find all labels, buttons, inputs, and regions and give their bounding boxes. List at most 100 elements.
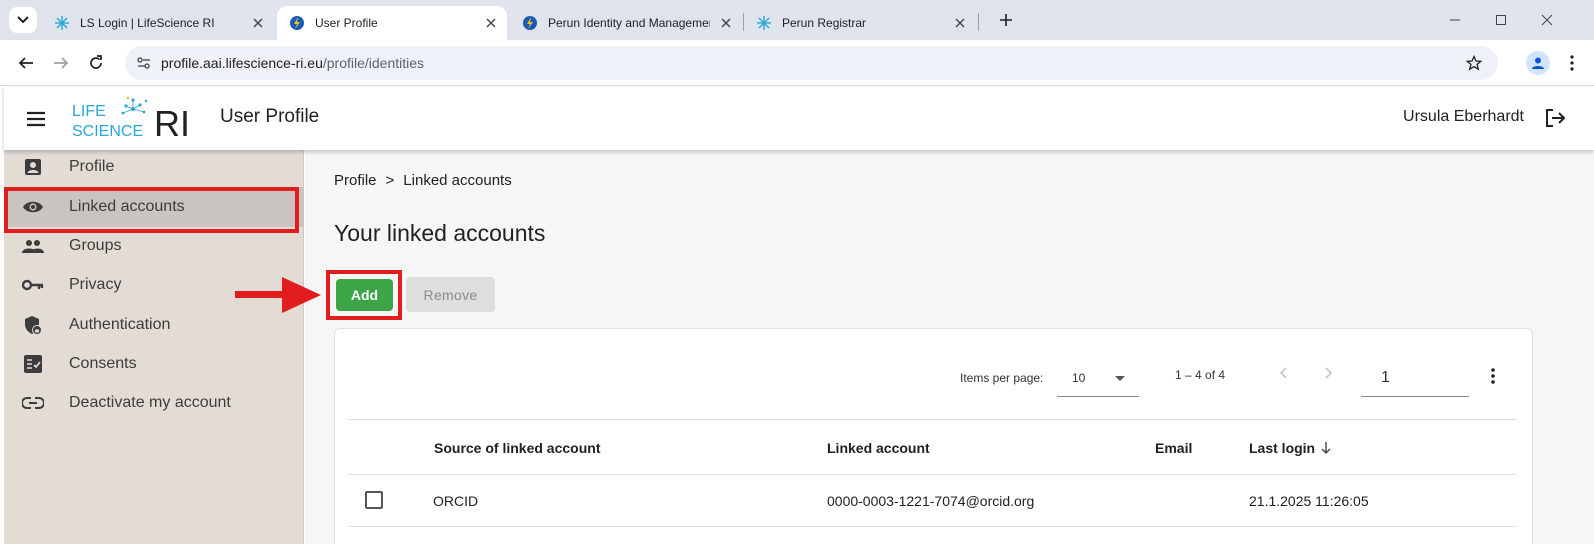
table-row: ORCID 0000-0003-1221-7074@orcid.org 21.1… (349, 475, 1517, 527)
maximize-icon (1496, 15, 1506, 25)
sidebar-item-consents[interactable]: Consents (4, 344, 304, 384)
tab-title: User Profile (315, 16, 378, 30)
column-header-linked-account[interactable]: Linked account (827, 440, 930, 456)
page-number-input[interactable]: 1 (1361, 359, 1469, 397)
browser-toolbar: profile.aai.lifescience-ri.eu/profile/id… (0, 40, 1594, 86)
more-vert-icon (1491, 368, 1495, 384)
checklist-icon (22, 353, 44, 375)
tab-title: Perun Identity and Managemen (548, 16, 710, 30)
row-select-checkbox[interactable] (365, 491, 383, 509)
column-header-label: Linked account (827, 440, 930, 456)
close-tab-icon[interactable] (483, 15, 499, 31)
close-tab-icon[interactable] (250, 15, 266, 31)
sidebar-item-label: Authentication (69, 316, 171, 333)
lifescience-favicon-icon (54, 15, 70, 31)
tab-user-profile[interactable]: User Profile (277, 6, 507, 40)
lifescience-ri-logo[interactable]: LIFE SCIENCE RI (72, 96, 206, 144)
close-window-button[interactable] (1537, 10, 1557, 30)
lifescience-favicon-icon (756, 15, 772, 31)
sidebar-item-label: Profile (69, 158, 115, 175)
person-icon (1532, 57, 1544, 69)
sidebar-item-label: Deactivate my account (69, 394, 231, 411)
eye-icon (22, 196, 44, 218)
items-per-page-select[interactable]: 10 (1057, 359, 1139, 397)
back-button[interactable] (14, 51, 38, 75)
more-vert-icon (1570, 55, 1574, 71)
page-title: Your linked accounts (334, 220, 546, 246)
perun-favicon-icon (289, 15, 305, 31)
remove-button[interactable]: Remove (406, 277, 495, 312)
sort-arrow-down-icon (1321, 442, 1331, 454)
forward-button[interactable] (49, 51, 73, 75)
column-header-email[interactable]: Email (1155, 440, 1192, 456)
menu-toggle-button[interactable] (24, 107, 48, 131)
browser-menu-button[interactable] (1562, 51, 1582, 75)
sidebar-item-deactivate[interactable]: Deactivate my account (4, 383, 304, 423)
sidebar-item-groups[interactable]: Groups (4, 226, 304, 266)
chevron-left-icon (1279, 367, 1287, 379)
tab-ls-login[interactable]: LS Login | LifeScience RI (42, 6, 274, 40)
minimize-window-button[interactable] (1445, 10, 1465, 30)
logo-ri-text: RI (154, 103, 190, 140)
logout-icon (1546, 109, 1566, 127)
red-arrow-annotation (235, 277, 321, 313)
add-button[interactable]: Add (336, 279, 393, 311)
tab-search-button[interactable] (9, 7, 37, 33)
logout-button[interactable] (1542, 105, 1568, 131)
perun-favicon-icon (522, 15, 538, 31)
tab-perun-registrar[interactable]: Perun Registrar (744, 6, 976, 40)
plus-icon (1000, 14, 1012, 26)
column-header-label: Email (1155, 440, 1193, 456)
url-host: profile.aai.lifescience-ri.eu (161, 55, 323, 71)
address-bar[interactable]: profile.aai.lifescience-ri.eu/profile/id… (125, 46, 1498, 80)
tab-perun-identity[interactable]: Perun Identity and Managemen (510, 6, 742, 40)
app-title: User Profile (220, 106, 320, 127)
browser-tab-strip: LS Login | LifeScience RI User Profile P… (0, 0, 1594, 40)
account-box-icon (22, 156, 44, 178)
table-header-row: Source of linked account Linked account … (349, 419, 1517, 475)
site-settings-icon[interactable] (135, 54, 153, 72)
sidebar-item-label: Consents (69, 355, 137, 372)
sidebar-item-label: Groups (69, 237, 122, 254)
reload-button[interactable] (84, 51, 108, 75)
close-tab-icon[interactable] (718, 15, 734, 31)
column-header-label: Last login (1249, 440, 1316, 456)
group-icon (22, 235, 44, 257)
maximize-window-button[interactable] (1491, 10, 1511, 30)
browser-profile-button[interactable] (1526, 51, 1550, 75)
close-icon (1541, 14, 1553, 26)
next-page-button[interactable] (1322, 365, 1336, 381)
minimize-icon (1450, 19, 1460, 21)
cell-source: ORCID (433, 493, 479, 509)
previous-page-button[interactable] (1276, 365, 1290, 381)
sidebar-item-label: Linked accounts (69, 198, 185, 215)
page-number-value: 1 (1381, 369, 1390, 386)
paginator-range: 1 – 4 of 4 (1175, 368, 1226, 382)
sidebar-item-label: Privacy (69, 276, 122, 293)
user-name[interactable]: Ursula Eberhardt (1403, 108, 1524, 126)
new-tab-button[interactable] (996, 10, 1016, 30)
sidebar-item-profile[interactable]: Profile (4, 147, 304, 187)
bookmark-star-icon[interactable] (1464, 53, 1484, 73)
column-header-last-login[interactable]: Last login (1249, 440, 1331, 456)
chevron-down-icon (17, 16, 29, 24)
items-per-page-value: 10 (1072, 371, 1086, 385)
table-options-button[interactable] (1485, 365, 1501, 387)
breadcrumb: Profile > Linked accounts (334, 172, 512, 189)
linked-accounts-table-card: Items per page: 10 1 – 4 of 4 1 Source o… (334, 328, 1533, 544)
app-header: LIFE SCIENCE RI User Profile Ursula Eber… (4, 87, 1594, 150)
reload-icon (90, 55, 102, 69)
close-tab-icon[interactable] (952, 15, 968, 31)
logo-life-text: LIFE (72, 103, 106, 120)
breadcrumb-profile-link[interactable]: Profile (334, 172, 377, 189)
tab-separator (978, 13, 979, 31)
breadcrumb-separator: > (385, 172, 395, 189)
link-icon (22, 392, 44, 414)
column-header-source[interactable]: Source of linked account (434, 440, 600, 456)
chevron-right-icon (1325, 367, 1333, 379)
dropdown-caret-icon (1115, 376, 1125, 381)
arrow-right-icon (54, 57, 69, 69)
shield-lock-icon (22, 314, 44, 336)
logo-science-text: SCIENCE (72, 123, 143, 140)
sidebar-item-linked-accounts[interactable]: Linked accounts (4, 187, 304, 227)
